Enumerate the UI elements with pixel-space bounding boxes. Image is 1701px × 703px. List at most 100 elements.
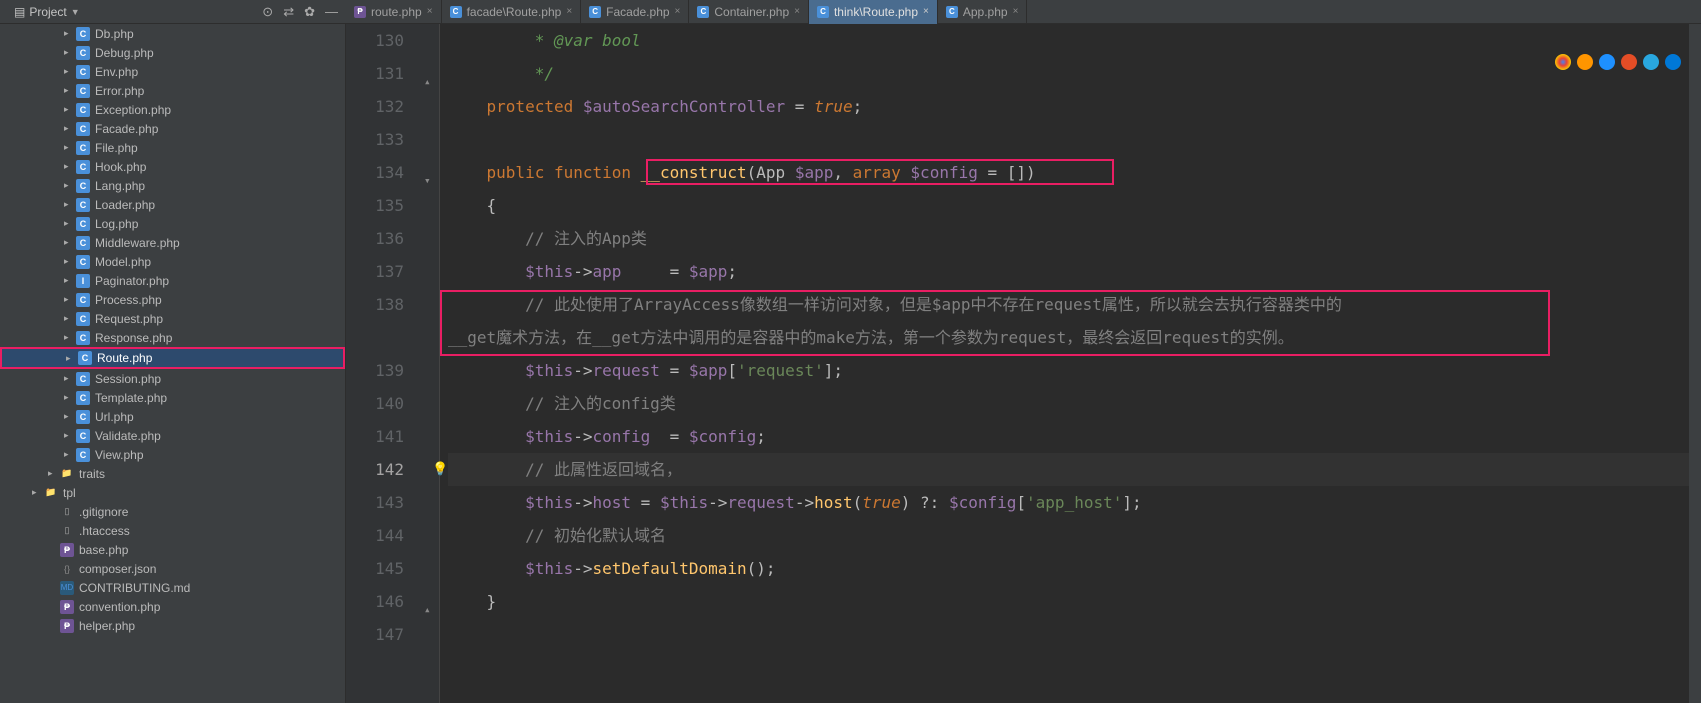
project-tree[interactable]: ▸CDb.php▸CDebug.php▸CEnv.php▸CError.php▸… — [0, 24, 346, 703]
tree-arrow-icon[interactable]: ▸ — [66, 353, 78, 364]
code-line[interactable] — [448, 618, 1689, 651]
tree-item[interactable]: ▸CLang.php — [0, 176, 345, 195]
tree-item[interactable]: {}composer.json — [0, 559, 345, 578]
tree-arrow-icon[interactable]: ▸ — [64, 66, 76, 77]
code-area[interactable]: * @var bool */ protected $autoSearchCont… — [440, 24, 1689, 703]
tree-item[interactable]: ▸📁traits — [0, 464, 345, 483]
code-line[interactable]: // 注入的App类 — [448, 222, 1689, 255]
tree-item[interactable]: ▸IPaginator.php — [0, 271, 345, 290]
close-icon[interactable]: × — [1013, 6, 1019, 17]
tree-arrow-icon[interactable]: ▸ — [64, 218, 76, 229]
settings-gear-icon[interactable]: ✿ — [304, 4, 315, 20]
tree-item[interactable]: ▸CDebug.php — [0, 43, 345, 62]
tree-arrow-icon[interactable]: ▸ — [64, 256, 76, 267]
fold-toggle-icon[interactable]: ▴ — [424, 593, 431, 626]
tree-arrow-icon[interactable]: ▸ — [64, 449, 76, 460]
tree-arrow-icon[interactable]: ▸ — [48, 468, 60, 479]
tree-item[interactable]: ▸CTemplate.php — [0, 388, 345, 407]
tree-item[interactable]: ▸CProcess.php — [0, 290, 345, 309]
code-line[interactable]: protected $autoSearchController = true; — [448, 90, 1689, 123]
tree-arrow-icon[interactable]: ▸ — [64, 392, 76, 403]
tree-arrow-icon[interactable]: ▸ — [64, 199, 76, 210]
tree-item[interactable]: ▸CDb.php — [0, 24, 345, 43]
tree-arrow-icon[interactable]: ▸ — [64, 294, 76, 305]
tree-item[interactable]: ▸CValidate.php — [0, 426, 345, 445]
tree-item[interactable]: ▸CFacade.php — [0, 119, 345, 138]
tree-item[interactable]: ▸CLoader.php — [0, 195, 345, 214]
code-line[interactable]: __get魔术方法，在__get方法中调用的是容器中的make方法，第一个参数为… — [448, 321, 1689, 354]
close-icon[interactable]: × — [566, 6, 572, 17]
tree-item[interactable]: ₱helper.php — [0, 616, 345, 635]
tree-item[interactable]: ▸CRoute.php — [0, 347, 345, 369]
tree-item[interactable]: ▸CError.php — [0, 81, 345, 100]
code-line[interactable]: * @var bool — [448, 24, 1689, 57]
hide-icon[interactable]: — — [325, 4, 338, 20]
code-editor[interactable]: 1301311321331341351361371381391401411421… — [346, 24, 1701, 703]
close-icon[interactable]: × — [427, 6, 433, 17]
tree-item[interactable]: ₱base.php — [0, 540, 345, 559]
tree-arrow-icon[interactable]: ▸ — [64, 275, 76, 286]
target-icon[interactable]: ⊙ — [262, 4, 273, 20]
tree-item[interactable]: ▸CException.php — [0, 100, 345, 119]
code-line[interactable]: $this->config = $config; — [448, 420, 1689, 453]
tree-arrow-icon[interactable]: ▸ — [64, 104, 76, 115]
code-line[interactable]: // 注入的config类 — [448, 387, 1689, 420]
tree-item[interactable]: ▸CResponse.php — [0, 328, 345, 347]
code-line[interactable]: public function __construct(App $app, ar… — [448, 156, 1689, 189]
tree-arrow-icon[interactable]: ▸ — [64, 123, 76, 134]
tree-item[interactable]: ▸CEnv.php — [0, 62, 345, 81]
tree-arrow-icon[interactable]: ▸ — [64, 142, 76, 153]
collapse-icon[interactable]: ⇄ — [283, 4, 294, 20]
tree-item[interactable]: ▯.htaccess — [0, 521, 345, 540]
tree-item[interactable]: ₱convention.php — [0, 597, 345, 616]
tree-arrow-icon[interactable]: ▸ — [64, 332, 76, 343]
editor-scrollbar[interactable] — [1689, 24, 1701, 703]
editor-tab[interactable]: CContainer.php× — [689, 0, 809, 24]
tree-item[interactable]: ▸CLog.php — [0, 214, 345, 233]
tree-arrow-icon[interactable]: ▸ — [64, 411, 76, 422]
editor-tab[interactable]: Cfacade\Route.php× — [442, 0, 582, 24]
tree-arrow-icon[interactable]: ▸ — [64, 47, 76, 58]
editor-tab[interactable]: ₱route.php× — [346, 0, 442, 24]
code-line[interactable]: $this->setDefaultDomain(); — [448, 552, 1689, 585]
code-line[interactable]: $this->host = $this->request->host(true)… — [448, 486, 1689, 519]
tree-item[interactable]: ▸CMiddleware.php — [0, 233, 345, 252]
code-line[interactable]: */ — [448, 57, 1689, 90]
code-line[interactable] — [448, 123, 1689, 156]
tree-arrow-icon[interactable]: ▸ — [64, 430, 76, 441]
fold-column[interactable]: ▴ ▾ ▴ — [422, 24, 440, 703]
intention-bulb-icon[interactable]: 💡 — [432, 453, 448, 486]
code-line[interactable]: { — [448, 189, 1689, 222]
project-selector[interactable]: ▤ Project ▼ — [8, 3, 86, 21]
tree-item[interactable]: ▸CRequest.php — [0, 309, 345, 328]
editor-tab[interactable]: CApp.php× — [938, 0, 1028, 24]
tree-arrow-icon[interactable]: ▸ — [64, 373, 76, 384]
code-line[interactable]: $this->app = $app; — [448, 255, 1689, 288]
code-line[interactable]: $this->request = $app['request']; — [448, 354, 1689, 387]
tree-item[interactable]: ▸📁tpl — [0, 483, 345, 502]
tree-arrow-icon[interactable]: ▸ — [64, 28, 76, 39]
tree-item[interactable]: ▸CSession.php — [0, 369, 345, 388]
tree-arrow-icon[interactable]: ▸ — [64, 313, 76, 324]
close-icon[interactable]: × — [675, 6, 681, 17]
tree-arrow-icon[interactable]: ▸ — [64, 85, 76, 96]
fold-toggle-icon[interactable]: ▴ — [424, 65, 431, 98]
tree-item[interactable]: ▸CModel.php — [0, 252, 345, 271]
close-icon[interactable]: × — [794, 6, 800, 17]
tree-arrow-icon[interactable]: ▸ — [32, 487, 44, 498]
tree-arrow-icon[interactable]: ▸ — [64, 237, 76, 248]
tree-item[interactable]: ▸CUrl.php — [0, 407, 345, 426]
tree-item[interactable]: ▯.gitignore — [0, 502, 345, 521]
code-line[interactable]: // 初始化默认域名 — [448, 519, 1689, 552]
close-icon[interactable]: × — [923, 6, 929, 17]
code-line[interactable]: } — [448, 585, 1689, 618]
fold-toggle-icon[interactable]: ▾ — [424, 164, 431, 197]
tree-item[interactable]: ▸CHook.php — [0, 157, 345, 176]
tree-item[interactable]: MDCONTRIBUTING.md — [0, 578, 345, 597]
tree-arrow-icon[interactable]: ▸ — [64, 180, 76, 191]
editor-tab[interactable]: CFacade.php× — [581, 0, 689, 24]
tree-arrow-icon[interactable]: ▸ — [64, 161, 76, 172]
code-line[interactable]: 💡 // 此属性返回域名， — [448, 453, 1689, 486]
tree-item[interactable]: ▸CView.php — [0, 445, 345, 464]
code-line[interactable]: // 此处使用了ArrayAccess像数组一样访问对象，但是$app中不存在r… — [448, 288, 1689, 321]
